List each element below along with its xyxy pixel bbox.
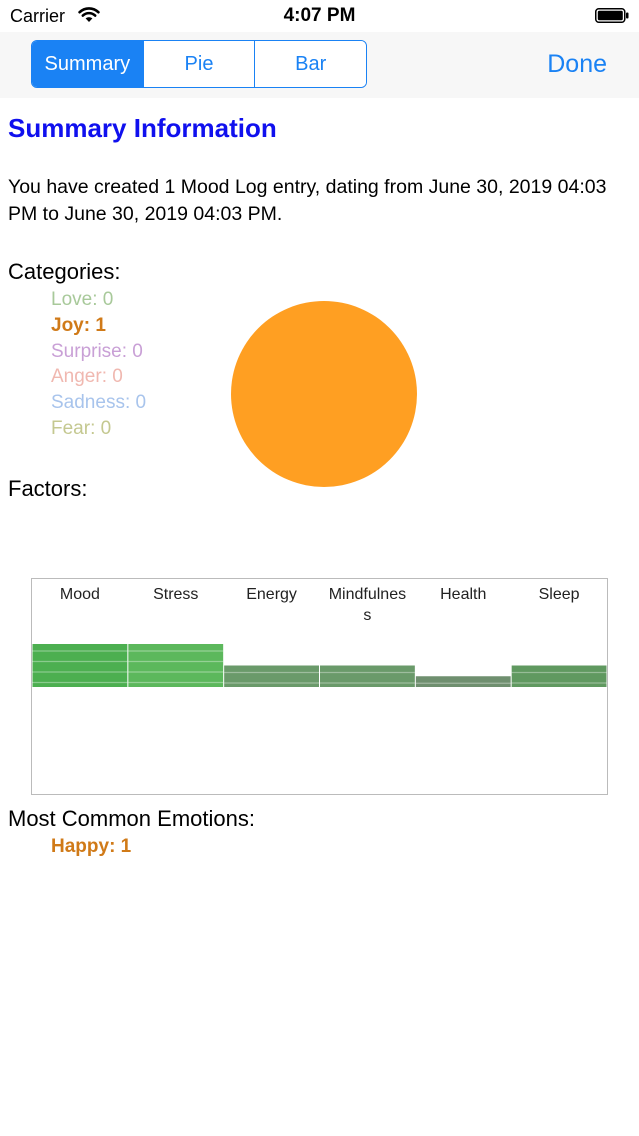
- segment-pie[interactable]: Pie: [142, 41, 255, 87]
- page-title: Summary Information: [8, 113, 277, 143]
- factor-label-mindfulness-cont: s: [363, 607, 371, 624]
- category-joy: Joy: 1: [51, 314, 106, 336]
- emotion-happy: Happy: 1: [51, 836, 132, 857]
- category-fear: Fear: 0: [51, 417, 112, 439]
- factor-label-mindfulness: Mindfulnes: [329, 586, 406, 603]
- categories-heading: Categories:: [8, 259, 121, 284]
- category-sadness: Sadness: 0: [51, 392, 147, 414]
- view-segmented-control: Summary Pie Bar: [31, 40, 367, 88]
- pie-slice-joy: [231, 301, 417, 487]
- summary-text: You have created 1 Mood Log entry, datin…: [8, 176, 607, 225]
- factor-label-stress: Stress: [153, 586, 198, 603]
- category-anger: Anger: 0: [51, 366, 123, 388]
- segment-summary[interactable]: Summary: [32, 41, 143, 87]
- factor-bar-energy: [224, 665, 319, 687]
- category-surprise: Surprise: 0: [51, 340, 143, 362]
- category-pie-chart: [231, 301, 417, 487]
- factor-label-health: Health: [440, 586, 486, 603]
- done-button[interactable]: Done: [547, 50, 607, 79]
- factors-bar-chart: Mood Stress Energy Mindfulnes s Health Sleep: [31, 578, 608, 795]
- factors-heading: Factors:: [8, 476, 88, 501]
- factor-label-energy: Energy: [246, 586, 297, 603]
- factor-bar-health: [415, 676, 511, 687]
- status-bar: Carrier 4:07 PM: [0, 0, 639, 32]
- factor-label-sleep: Sleep: [539, 586, 580, 603]
- clock: 4:07 PM: [283, 5, 356, 26]
- factor-bar-sleep: [511, 665, 607, 687]
- emotion-list: Happy: 1: [51, 836, 131, 858]
- segment-bar[interactable]: Bar: [254, 41, 366, 87]
- emotions-heading: Most Common Emotions:: [8, 806, 255, 831]
- category-love: Love: 0: [51, 289, 114, 310]
- factor-bar-mindfulness: [320, 665, 415, 687]
- category-list: Love: 0 Joy: 1 Surprise: 0 Anger: 0 Sadn…: [51, 287, 146, 442]
- factor-label-mood: Mood: [60, 586, 100, 603]
- battery-icon: [595, 8, 629, 23]
- nav-bar: Summary Pie Bar Done: [0, 32, 639, 98]
